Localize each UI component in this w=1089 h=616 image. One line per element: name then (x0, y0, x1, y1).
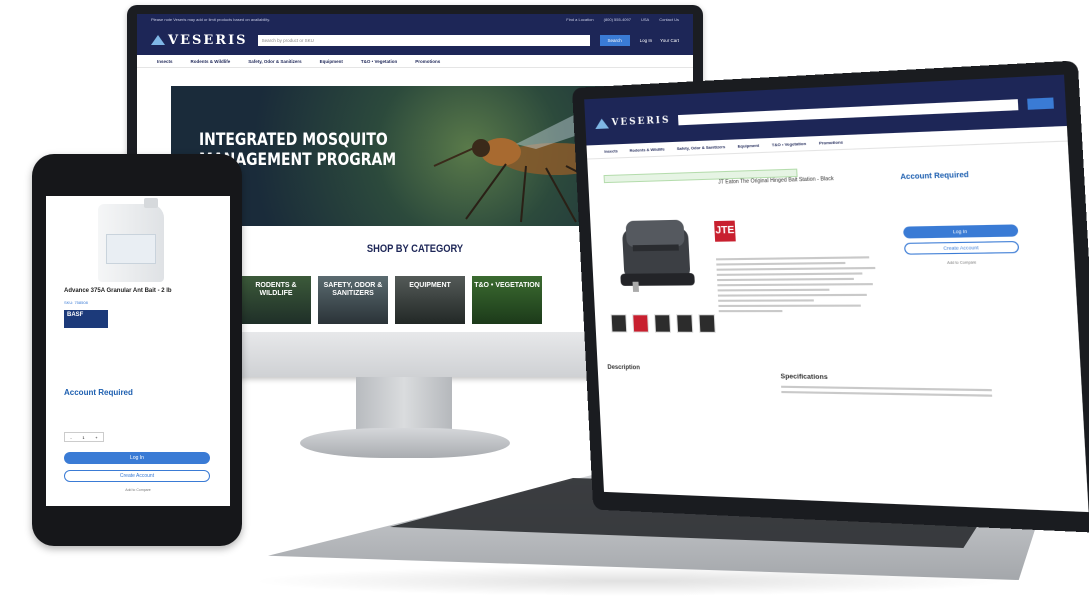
laptop-site-logo[interactable]: VESERIS (594, 115, 671, 130)
logo-mark-icon (151, 35, 165, 45)
brand-logo: BASF (64, 310, 108, 328)
laptop-search-button[interactable] (1027, 97, 1054, 110)
nav-item[interactable]: Insects (157, 59, 173, 64)
cart-link[interactable]: Your Cart (660, 38, 679, 43)
nav-item[interactable]: Promotions (415, 59, 440, 64)
create-account-button[interactable]: Create Account (903, 240, 1020, 255)
nav-item[interactable]: T&O • Vegetation (361, 59, 397, 64)
search-input[interactable]: Search by product or SKU (257, 34, 590, 46)
site-header: VESERIS Search by product or SKU Search … (137, 25, 693, 55)
laptop-screen: VESERIS Insects Rodents & Wildlife Safet… (584, 74, 1089, 513)
nav-item[interactable]: Insects (604, 148, 618, 154)
category-tile[interactable]: SAFETY, ODOR & SANITIZERS (318, 276, 388, 324)
utility-note: Please note Veseris may add or limit pro… (151, 17, 271, 22)
find-location-link[interactable]: Find a Location (566, 17, 593, 22)
thumbnail[interactable] (676, 314, 694, 333)
specifications-table (781, 385, 993, 400)
quantity-stepper[interactable]: -1 + (64, 432, 104, 442)
country-label[interactable]: USA (641, 17, 649, 22)
laptop-lid: VESERIS Insects Rodents & Wildlife Safet… (572, 60, 1089, 534)
account-links: Log In Your Cart (640, 38, 679, 43)
site-logo[interactable]: VESERIS (151, 33, 248, 48)
product-title: Advance 375A Granular Ant Bait - 2 lb (64, 288, 172, 294)
nav-item[interactable]: Promotions (819, 139, 843, 145)
login-button[interactable]: Log In (903, 224, 1019, 239)
product-jug-image (98, 198, 164, 282)
add-to-compare-link[interactable]: Add to Compare (46, 488, 230, 492)
category-tile[interactable]: RODENTS & WILDLIFE (241, 276, 311, 324)
category-tiles: RODENTS & WILDLIFE SAFETY, ODOR & SANITI… (241, 276, 542, 324)
phone-screen: Advance 375A Granular Ant Bait - 2 lb SK… (46, 196, 230, 506)
search-button[interactable]: Search (599, 34, 630, 46)
specifications-heading: Specifications (780, 373, 828, 382)
description-heading: Description (607, 364, 641, 372)
phone-number[interactable]: (800) 555-4097 (604, 17, 631, 22)
account-required-heading: Account Required (64, 388, 133, 397)
thumbnail[interactable] (654, 314, 672, 333)
product-sku: SKU: 758508 (64, 300, 88, 305)
smartphone: Advance 375A Granular Ant Bait - 2 lb SK… (32, 154, 242, 546)
nav-item[interactable]: T&O • Vegetation (772, 141, 807, 148)
nav-item[interactable]: Rodents & Wildlife (629, 146, 664, 152)
logo-mark-icon (594, 118, 609, 130)
main-nav: Insects Rodents & Wildlife Safety, Odor … (137, 55, 693, 68)
nav-item[interactable]: Equipment (737, 143, 759, 149)
thumbnail[interactable] (698, 314, 716, 333)
purchase-panel: Account Required Log In Create Account A… (900, 170, 1020, 265)
add-to-compare-link[interactable]: Add to Compare (905, 260, 1020, 266)
utility-bar: Please note Veseris may add or limit pro… (137, 14, 693, 25)
bait-station-image (620, 219, 695, 292)
product-bullets (715, 256, 881, 315)
thumbnail[interactable] (632, 314, 650, 333)
category-tile[interactable]: T&O • VEGETATION (472, 276, 542, 324)
contact-link[interactable]: Contact Us (659, 17, 679, 22)
monitor-stand-base (300, 428, 510, 458)
category-tile[interactable]: EQUIPMENT (395, 276, 465, 324)
login-button[interactable]: Log In (64, 452, 210, 464)
create-account-button[interactable]: Create Account (64, 470, 210, 482)
device-mockup-scene: Please note Veseris may add or limit pro… (0, 0, 1089, 616)
nav-item[interactable]: Equipment (320, 59, 343, 64)
nav-item[interactable]: Safety, Odor & Sanitizers (677, 144, 726, 151)
product-thumbnails (610, 314, 716, 333)
thumbnail[interactable] (610, 314, 628, 333)
nav-item[interactable]: Rodents & Wildlife (191, 59, 231, 64)
login-link[interactable]: Log In (640, 38, 653, 43)
monitor-stand-neck (356, 377, 452, 431)
brand-logo: JTE (714, 220, 736, 242)
nav-item[interactable]: Safety, Odor & Sanitizers (248, 59, 301, 64)
